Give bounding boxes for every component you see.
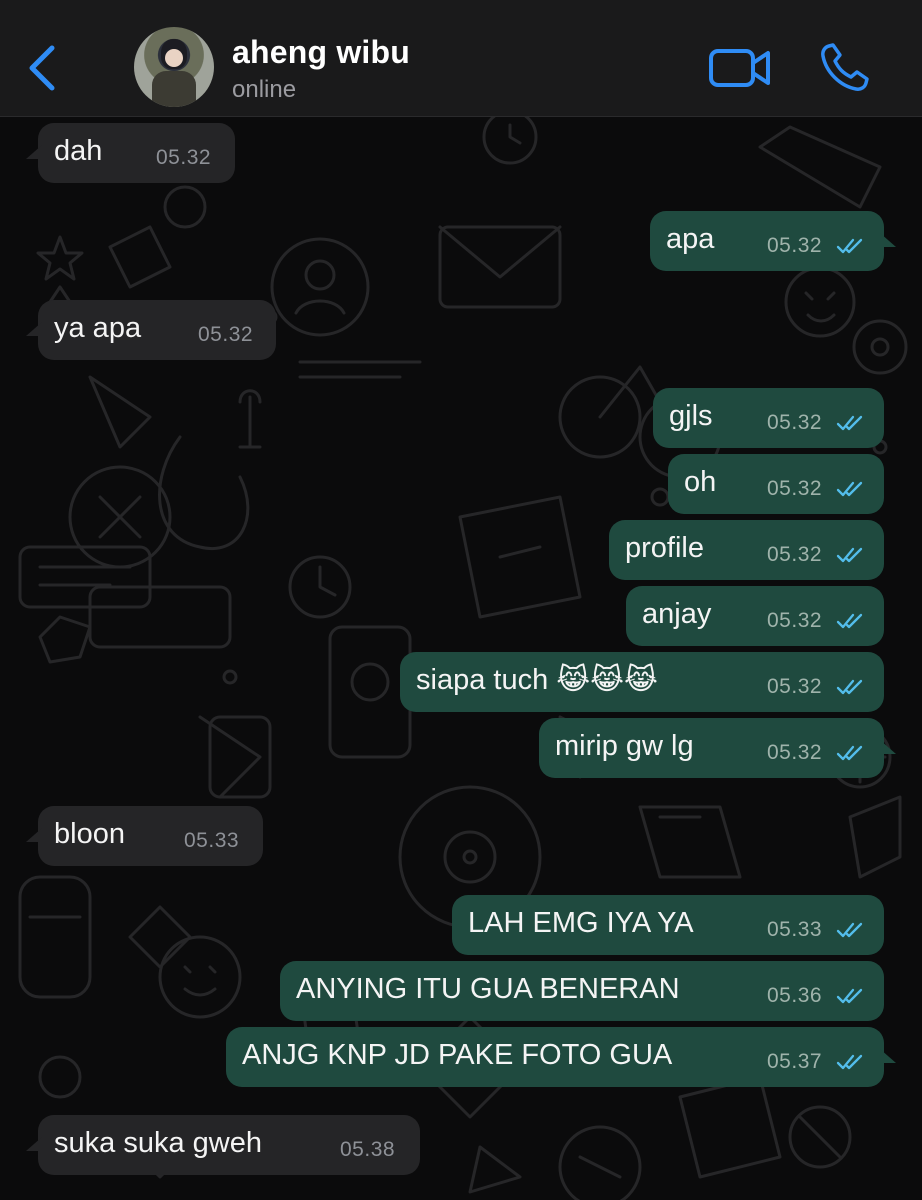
contact-status: online — [232, 76, 297, 103]
read-ticks-icon — [836, 547, 863, 563]
phone-icon — [821, 43, 869, 91]
message-bubble-outgoing[interactable]: profile 05.32 — [609, 520, 884, 580]
chat-header: aheng wibu online — [0, 0, 922, 117]
message-text: mirip gw lg — [555, 730, 694, 762]
message-time: 05.32 — [767, 477, 823, 500]
avatar[interactable] — [134, 27, 214, 107]
message-bubble-incoming[interactable]: suka suka gweh 05.38 — [26, 1115, 420, 1175]
message-bubble-outgoing[interactable]: siapa tuch 😹😹😹 05.32 — [400, 652, 884, 712]
message-text: gjls — [669, 400, 713, 432]
message-text: bloon — [54, 818, 125, 850]
read-ticks-icon — [836, 679, 863, 695]
message-time: 05.32 — [767, 543, 823, 566]
message-text: oh — [684, 466, 717, 498]
message-text: apa — [666, 223, 715, 255]
message-time: 05.32 — [767, 675, 823, 698]
message-text: suka suka gweh — [54, 1127, 262, 1159]
message-bubble-outgoing[interactable]: apa 05.32 — [650, 211, 896, 271]
video-call-button[interactable] — [708, 44, 772, 92]
read-ticks-icon — [836, 613, 863, 629]
message-text: LAH EMG IYA YA — [468, 907, 694, 939]
message-bubble-outgoing[interactable]: LAH EMG IYA YA 05.33 — [452, 895, 884, 955]
message-bubble-outgoing[interactable]: gjls 05.32 — [653, 388, 884, 448]
message-time: 05.32 — [767, 411, 823, 434]
message-bubble-incoming[interactable]: ya apa 05.32 — [26, 300, 276, 360]
chat-background[interactable]: dah 05.32 apa 05.32 ya apa 05.32 gjls 05… — [0, 117, 922, 1200]
read-ticks-icon — [836, 922, 863, 938]
message-text: profile — [625, 532, 704, 564]
message-time: 05.32 — [198, 323, 254, 346]
message-time: 05.32 — [767, 741, 823, 764]
message-text: dah — [54, 135, 103, 167]
message-bubble-incoming[interactable]: dah 05.32 — [26, 123, 235, 183]
message-time: 05.33 — [767, 918, 823, 941]
read-ticks-icon — [836, 481, 863, 497]
message-text: anjay — [642, 598, 712, 630]
message-time: 05.33 — [184, 829, 240, 852]
message-text: ANYING ITU GUA BENERAN — [296, 973, 680, 1005]
message-bubble-outgoing[interactable]: ANYING ITU GUA BENERAN 05.36 — [280, 961, 884, 1021]
message-text: ANJG KNP JD PAKE FOTO GUA — [242, 1039, 673, 1071]
message-bubble-incoming[interactable]: bloon 05.33 — [26, 806, 263, 866]
back-button[interactable] — [24, 40, 64, 96]
voice-call-button[interactable] — [818, 42, 870, 94]
message-bubble-outgoing[interactable]: mirip gw lg 05.32 — [539, 718, 896, 778]
message-time: 05.36 — [767, 984, 823, 1007]
video-camera-icon — [709, 49, 770, 87]
read-ticks-icon — [836, 1054, 863, 1070]
contact-name[interactable]: aheng wibu — [232, 34, 410, 71]
message-time: 05.38 — [340, 1138, 396, 1161]
message-time: 05.32 — [767, 234, 823, 257]
message-text: ya apa — [54, 312, 142, 344]
message-text: siapa tuch 😹😹😹 — [416, 664, 658, 696]
read-ticks-icon — [836, 415, 863, 431]
read-ticks-icon — [836, 988, 863, 1004]
message-bubble-outgoing[interactable]: ANJG KNP JD PAKE FOTO GUA 05.37 — [226, 1027, 896, 1087]
read-ticks-icon — [836, 238, 863, 254]
message-time: 05.37 — [767, 1050, 823, 1073]
message-bubble-outgoing[interactable]: oh 05.32 — [668, 454, 884, 514]
chevron-left-icon — [29, 45, 55, 91]
message-time: 05.32 — [156, 146, 212, 169]
message-time: 05.32 — [767, 609, 823, 632]
read-ticks-icon — [836, 745, 863, 761]
message-bubble-outgoing[interactable]: anjay 05.32 — [626, 586, 884, 646]
